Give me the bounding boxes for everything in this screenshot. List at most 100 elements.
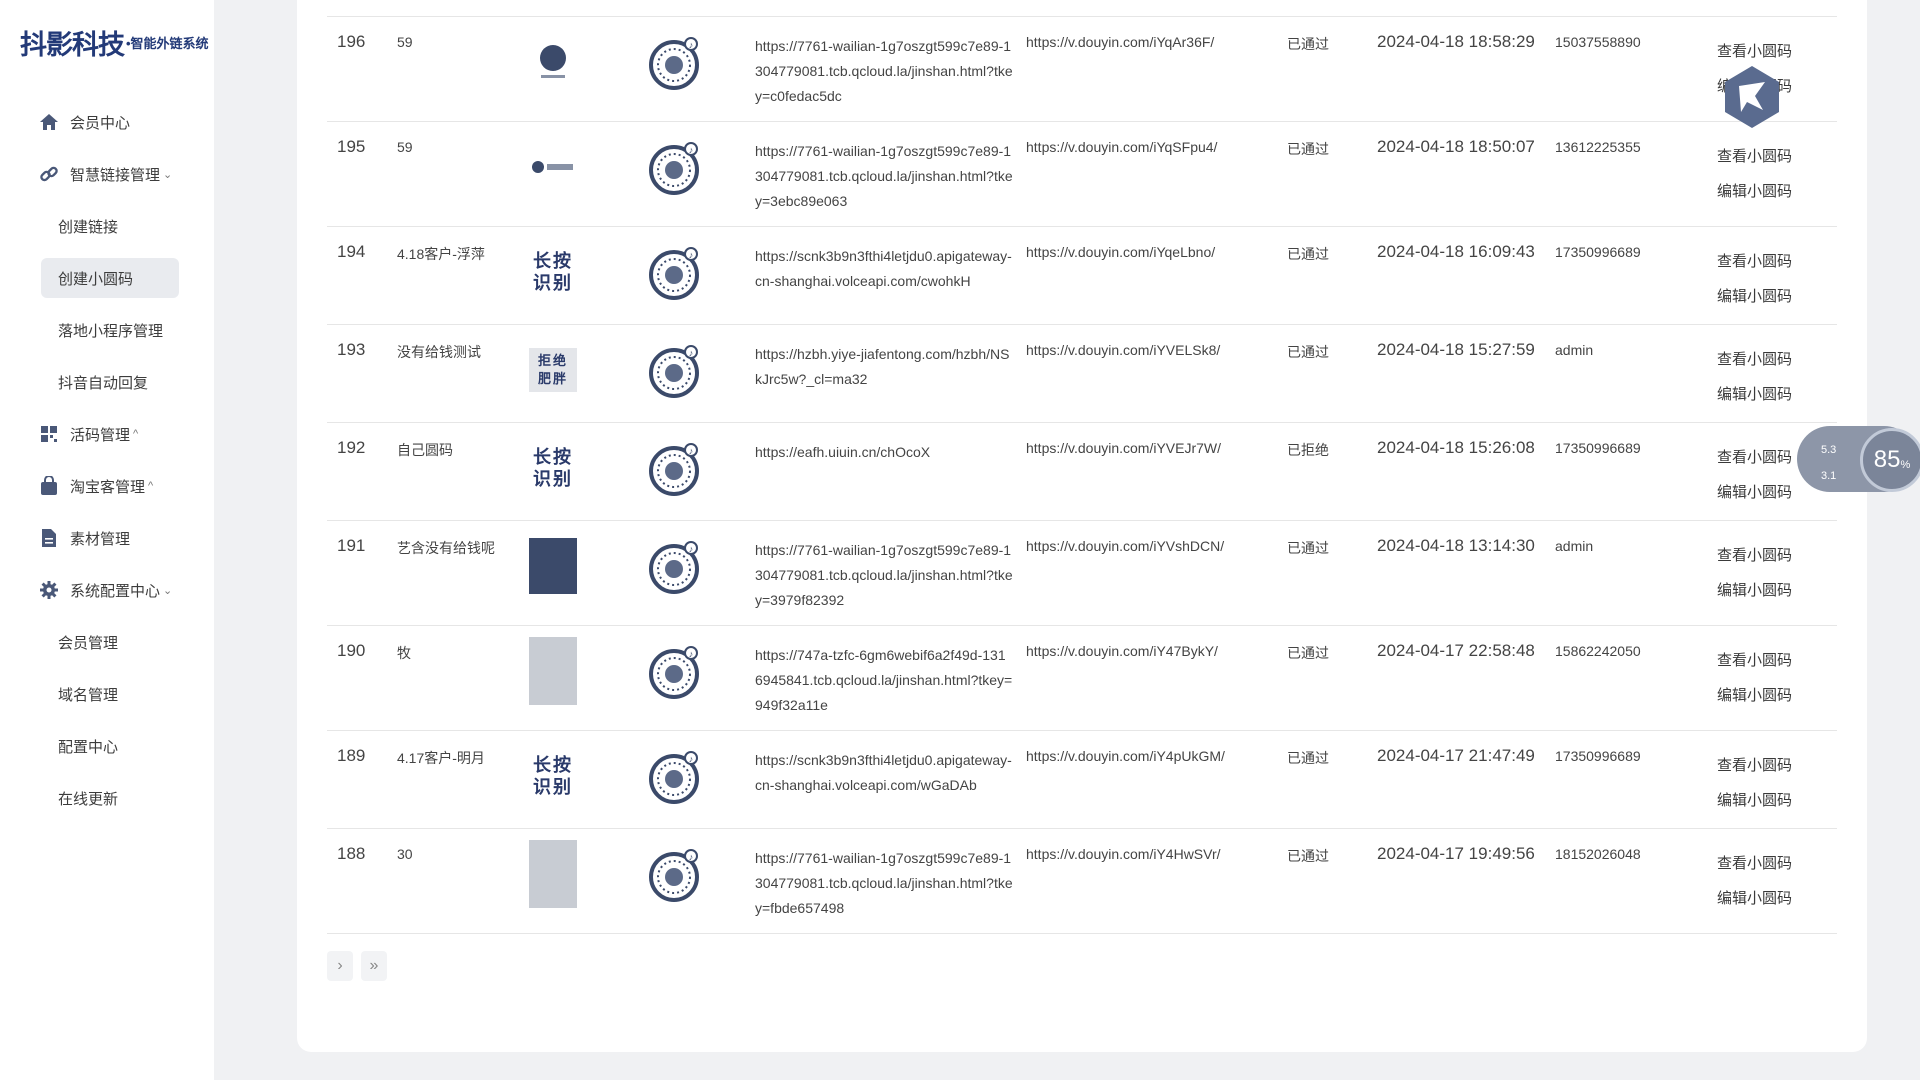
svg-text:♪: ♪ bbox=[689, 348, 694, 358]
mini-code-icon[interactable]: ♪ bbox=[649, 641, 699, 701]
row-douyin-link[interactable]: https://v.douyin.com/iYVEJr7W/ bbox=[1026, 440, 1221, 456]
row-thumbnail[interactable] bbox=[529, 538, 577, 594]
view-code-button[interactable]: 查看小圆码 bbox=[1717, 846, 1792, 881]
sidebar: 抖影科技 •智能外链系统 会员中心 智慧链接管理 ⌄ 创建链接创建小圆码落地小程序管理… bbox=[0, 0, 214, 1080]
row-user: 13612225355 bbox=[1555, 139, 1641, 155]
row-douyin-link[interactable]: https://v.douyin.com/iYVshDCN/ bbox=[1026, 538, 1224, 554]
mini-code-icon[interactable]: ♪ bbox=[649, 536, 699, 596]
row-actions: 查看小圆码编辑小圆码 bbox=[1717, 440, 1792, 510]
row-name: 牧 bbox=[397, 645, 411, 661]
row-thumbnail[interactable] bbox=[529, 637, 577, 705]
sidebar-item-0[interactable]: 会员中心 bbox=[0, 96, 214, 148]
brand-logo[interactable]: 抖影科技 •智能外链系统 bbox=[20, 22, 209, 62]
sidebar-item-label: 会员管理 bbox=[58, 634, 119, 652]
sidebar-item-6[interactable]: 活码管理 ^ bbox=[0, 408, 214, 460]
row-name: 30 bbox=[397, 846, 413, 862]
svg-text:♪: ♪ bbox=[689, 852, 694, 862]
expand-caret-icon: ⌄ bbox=[163, 584, 173, 597]
row-id: 192 bbox=[337, 438, 366, 457]
row-thumbnail[interactable]: 长按识别 bbox=[529, 248, 577, 296]
row-douyin-link[interactable]: https://v.douyin.com/iYVELSk8/ bbox=[1026, 342, 1220, 358]
edit-code-button[interactable]: 编辑小圆码 bbox=[1717, 279, 1792, 314]
sidebar-item-label: 系统配置中心 bbox=[70, 582, 161, 600]
edit-code-button[interactable]: 编辑小圆码 bbox=[1717, 678, 1792, 713]
row-thumbnail[interactable]: 长按识别 bbox=[529, 752, 577, 800]
view-code-button[interactable]: 查看小圆码 bbox=[1717, 440, 1792, 475]
view-code-button[interactable]: 查看小圆码 bbox=[1717, 643, 1792, 678]
edit-code-button[interactable]: 编辑小圆码 bbox=[1717, 377, 1792, 412]
row-douyin-link[interactable]: https://v.douyin.com/iY47BykY/ bbox=[1026, 643, 1218, 659]
row-actions: 查看小圆码编辑小圆码 bbox=[1717, 244, 1792, 314]
svg-text:♪: ♪ bbox=[689, 754, 694, 764]
sidebar-item-label: 创建小圆码 bbox=[58, 270, 134, 288]
mini-code-icon[interactable]: ♪ bbox=[649, 32, 699, 92]
row-created-time: 2024-04-18 15:26:08 bbox=[1377, 438, 1535, 457]
row-created-time: 2024-04-18 16:09:43 bbox=[1377, 242, 1535, 261]
row-created-time: 2024-04-18 15:27:59 bbox=[1377, 340, 1535, 359]
row-actions: 查看小圆码编辑小圆码 bbox=[1717, 538, 1792, 608]
row-douyin-link[interactable]: https://v.douyin.com/iYqAr36F/ bbox=[1026, 34, 1214, 50]
table-row: 192 自己圆码 长按识别 ♪ https://eafh.uiuin.cn/chOcoX… bbox=[327, 422, 1837, 521]
zoom-down-value: 3.1 bbox=[1821, 470, 1837, 482]
row-actions: 查看小圆码编辑小圆码 bbox=[1717, 342, 1792, 412]
sidebar-subitem-5[interactable]: 抖音自动回复 bbox=[0, 356, 214, 408]
row-id: 190 bbox=[337, 641, 366, 660]
row-id: 188 bbox=[337, 844, 366, 863]
mini-code-icon[interactable]: ♪ bbox=[649, 137, 699, 197]
edit-code-button[interactable]: 编辑小圆码 bbox=[1717, 174, 1792, 209]
edit-code-button[interactable]: 编辑小圆码 bbox=[1717, 475, 1792, 510]
row-thumbnail[interactable] bbox=[529, 38, 577, 86]
sidebar-subitem-10[interactable]: 会员管理 bbox=[0, 616, 214, 668]
table-row: 189 4.17客户-明月 长按识别 ♪ https://scnk3b9n3fthi4l… bbox=[327, 730, 1837, 829]
home-icon bbox=[38, 111, 60, 133]
row-target-url: https://7761-wailian-1g7oszgt599c7e89-13… bbox=[755, 38, 1013, 104]
view-code-button[interactable]: 查看小圆码 bbox=[1717, 748, 1792, 783]
row-id: 195 bbox=[337, 137, 366, 156]
row-thumbnail[interactable] bbox=[529, 840, 577, 908]
view-code-button[interactable]: 查看小圆码 bbox=[1717, 538, 1792, 573]
row-douyin-link[interactable]: https://v.douyin.com/iY4HwSVr/ bbox=[1026, 846, 1221, 862]
sidebar-item-1[interactable]: 智慧链接管理 ⌄ bbox=[0, 148, 214, 200]
sidebar-item-label: 淘宝客管理 bbox=[70, 478, 146, 496]
row-thumbnail[interactable] bbox=[529, 143, 577, 191]
sidebar-subitem-12[interactable]: 配置中心 bbox=[0, 720, 214, 772]
view-code-button[interactable]: 查看小圆码 bbox=[1717, 342, 1792, 377]
view-code-button[interactable]: 查看小圆码 bbox=[1717, 139, 1792, 174]
sidebar-item-8[interactable]: 素材管理 bbox=[0, 512, 214, 564]
brand-name: 抖影科技 bbox=[20, 29, 125, 60]
view-code-button[interactable]: 查看小圆码 bbox=[1717, 244, 1792, 279]
floating-app-icon[interactable] bbox=[1717, 62, 1787, 132]
zoom-widget[interactable]: 5.3 3.1 85% bbox=[1797, 426, 1920, 492]
row-user: 17350996689 bbox=[1555, 244, 1641, 260]
mini-code-icon[interactable]: ♪ bbox=[649, 844, 699, 904]
row-douyin-link[interactable]: https://v.douyin.com/iYqeLbno/ bbox=[1026, 244, 1215, 260]
sidebar-subitem-2[interactable]: 创建链接 bbox=[0, 200, 214, 252]
row-status: 已通过 bbox=[1287, 750, 1329, 766]
row-thumbnail[interactable]: 拒绝肥胖 bbox=[529, 346, 577, 394]
next-page-button[interactable]: › bbox=[327, 951, 353, 981]
row-douyin-link[interactable]: https://v.douyin.com/iYqSFpu4/ bbox=[1026, 139, 1217, 155]
zoom-percent-circle[interactable]: 85% bbox=[1860, 428, 1920, 492]
mini-code-icon[interactable]: ♪ bbox=[649, 242, 699, 302]
sidebar-subitem-13[interactable]: 在线更新 bbox=[0, 772, 214, 824]
row-status: 已通过 bbox=[1287, 848, 1329, 864]
mini-code-icon[interactable]: ♪ bbox=[649, 438, 699, 498]
sidebar-subitem-3[interactable]: 创建小圆码 bbox=[0, 252, 214, 304]
row-id: 191 bbox=[337, 536, 366, 555]
sidebar-item-9[interactable]: 系统配置中心 ⌄ bbox=[0, 564, 214, 616]
edit-code-button[interactable]: 编辑小圆码 bbox=[1717, 573, 1792, 608]
row-thumbnail[interactable]: 长按识别 bbox=[529, 444, 577, 492]
mini-code-icon[interactable]: ♪ bbox=[649, 340, 699, 400]
svg-text:♪: ♪ bbox=[689, 250, 694, 260]
edit-code-button[interactable]: 编辑小圆码 bbox=[1717, 881, 1792, 916]
edit-code-button[interactable]: 编辑小圆码 bbox=[1717, 783, 1792, 818]
sidebar-item-label: 域名管理 bbox=[58, 686, 119, 704]
sidebar-subitem-11[interactable]: 域名管理 bbox=[0, 668, 214, 720]
row-status: 已通过 bbox=[1287, 141, 1329, 157]
last-page-button[interactable]: » bbox=[361, 951, 387, 981]
sidebar-subitem-4[interactable]: 落地小程序管理 bbox=[0, 304, 214, 356]
row-status: 已通过 bbox=[1287, 246, 1329, 262]
sidebar-item-7[interactable]: 淘宝客管理 ^ bbox=[0, 460, 214, 512]
row-douyin-link[interactable]: https://v.douyin.com/iY4pUkGM/ bbox=[1026, 748, 1225, 764]
mini-code-icon[interactable]: ♪ bbox=[649, 746, 699, 806]
